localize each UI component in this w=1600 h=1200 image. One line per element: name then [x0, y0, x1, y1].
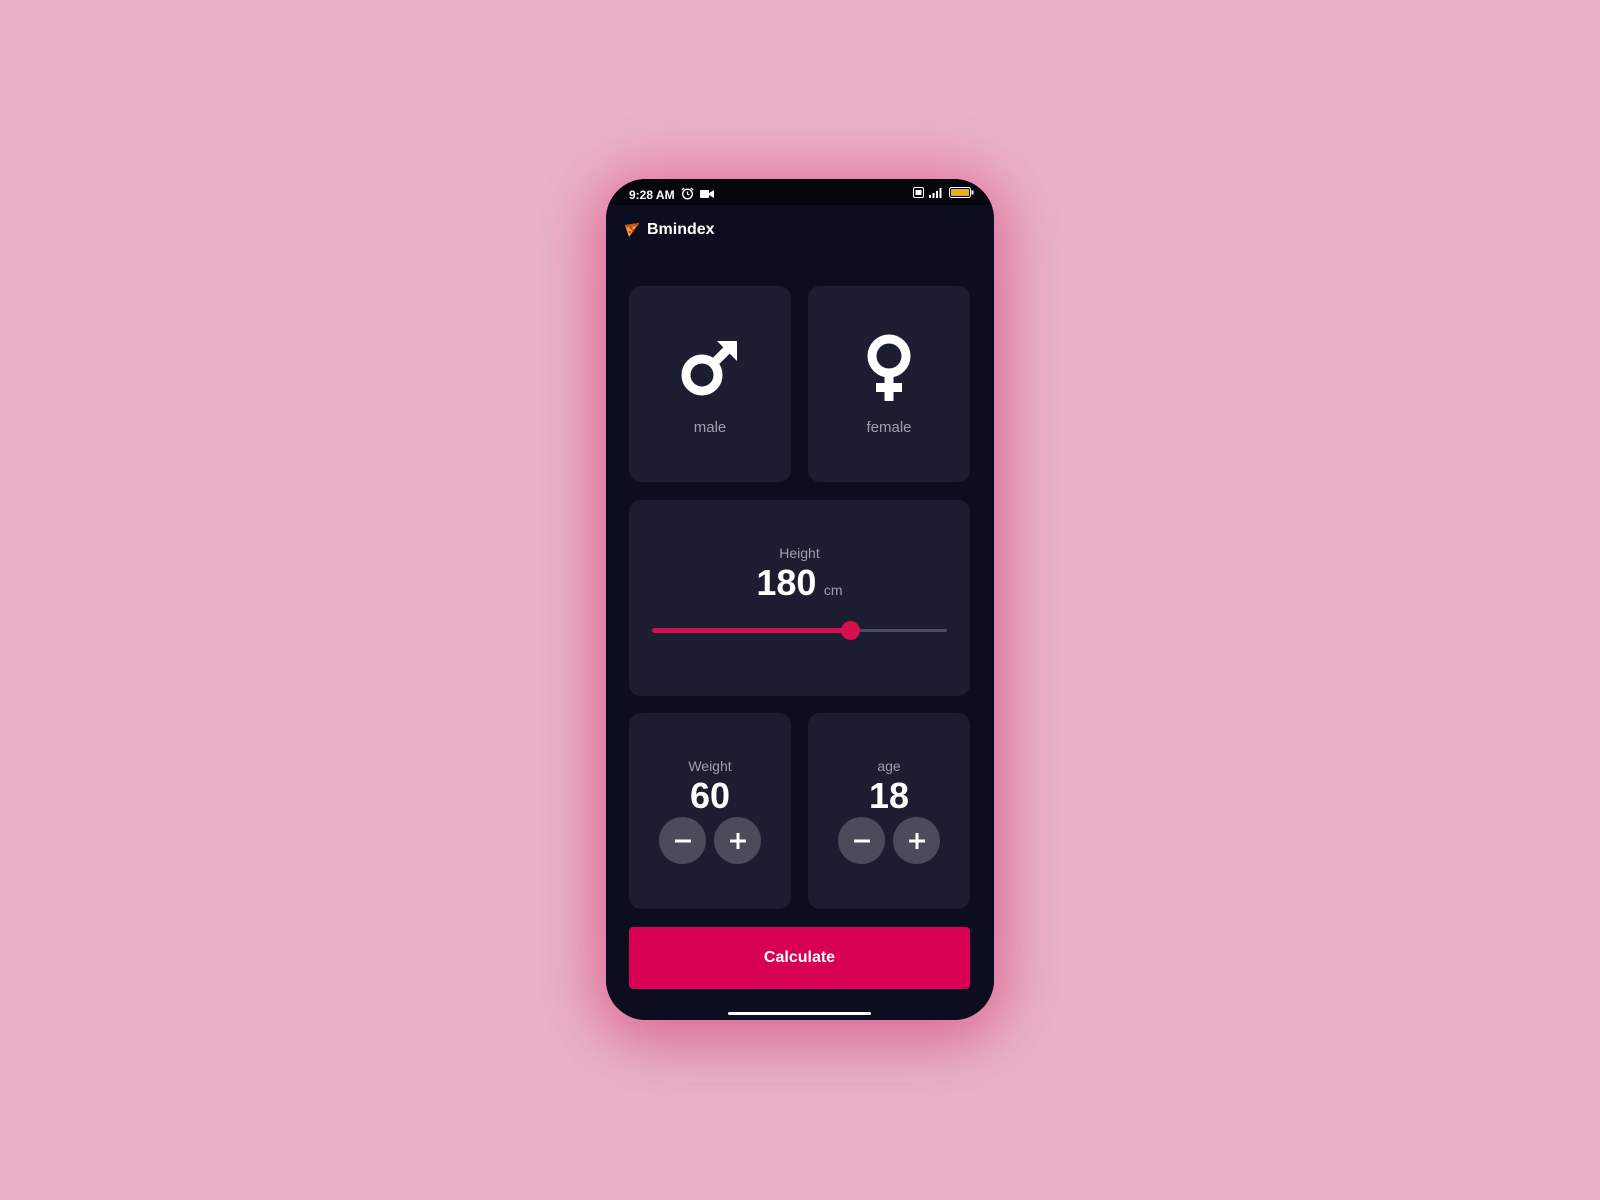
height-label: Height — [779, 545, 820, 561]
weight-value: 60 — [689, 775, 731, 816]
age-label: age — [877, 758, 901, 774]
height-value-row: 180 cm — [629, 562, 970, 604]
weight-decrement-button[interactable] — [659, 817, 706, 864]
status-right — [913, 187, 974, 201]
age-value: 18 — [868, 775, 910, 816]
female-card[interactable]: female — [808, 286, 970, 482]
height-unit: cm — [823, 582, 843, 598]
pizza-icon — [623, 221, 641, 239]
age-increment-button[interactable] — [893, 817, 940, 864]
male-card[interactable]: male — [629, 286, 791, 482]
minus-icon — [853, 839, 870, 842]
calculate-button[interactable]: Calculate — [629, 927, 970, 989]
weight-card: Weight 60 — [629, 713, 791, 909]
height-value: 180 — [756, 562, 817, 603]
signal-icon — [929, 187, 944, 201]
male-label: male — [693, 418, 727, 436]
phone-frame: 9:28 AM Bmindex male female Height 180 c… — [606, 179, 994, 1020]
female-symbol-icon — [854, 333, 924, 403]
app-title: Bmindex — [647, 221, 715, 238]
video-camera-icon — [699, 188, 714, 202]
male-symbol-icon — [675, 333, 745, 403]
battery-icon — [949, 187, 974, 201]
weight-stepper — [629, 817, 791, 864]
age-stepper — [808, 817, 970, 864]
slider-thumb[interactable] — [840, 621, 860, 640]
weight-increment-button[interactable] — [714, 817, 761, 864]
app-bar: Bmindex — [606, 205, 994, 255]
volte-icon — [913, 187, 924, 201]
female-label: female — [866, 418, 912, 436]
minus-icon — [674, 839, 691, 842]
plus-icon — [729, 832, 746, 849]
weight-label: Weight — [688, 758, 732, 774]
age-card: age 18 — [808, 713, 970, 909]
status-bar: 9:28 AM — [606, 179, 994, 205]
status-time: 9:28 AM — [629, 188, 675, 202]
height-card: Height 180 cm — [629, 500, 970, 696]
plus-icon — [908, 832, 925, 849]
home-indicator[interactable] — [728, 1012, 871, 1015]
alarm-icon — [681, 187, 694, 203]
status-left: 9:28 AM — [629, 187, 714, 203]
slider-active-track — [652, 628, 850, 633]
height-slider[interactable] — [652, 620, 947, 640]
age-decrement-button[interactable] — [838, 817, 885, 864]
app-screen: 9:28 AM Bmindex male female Height 180 c… — [606, 179, 994, 1020]
